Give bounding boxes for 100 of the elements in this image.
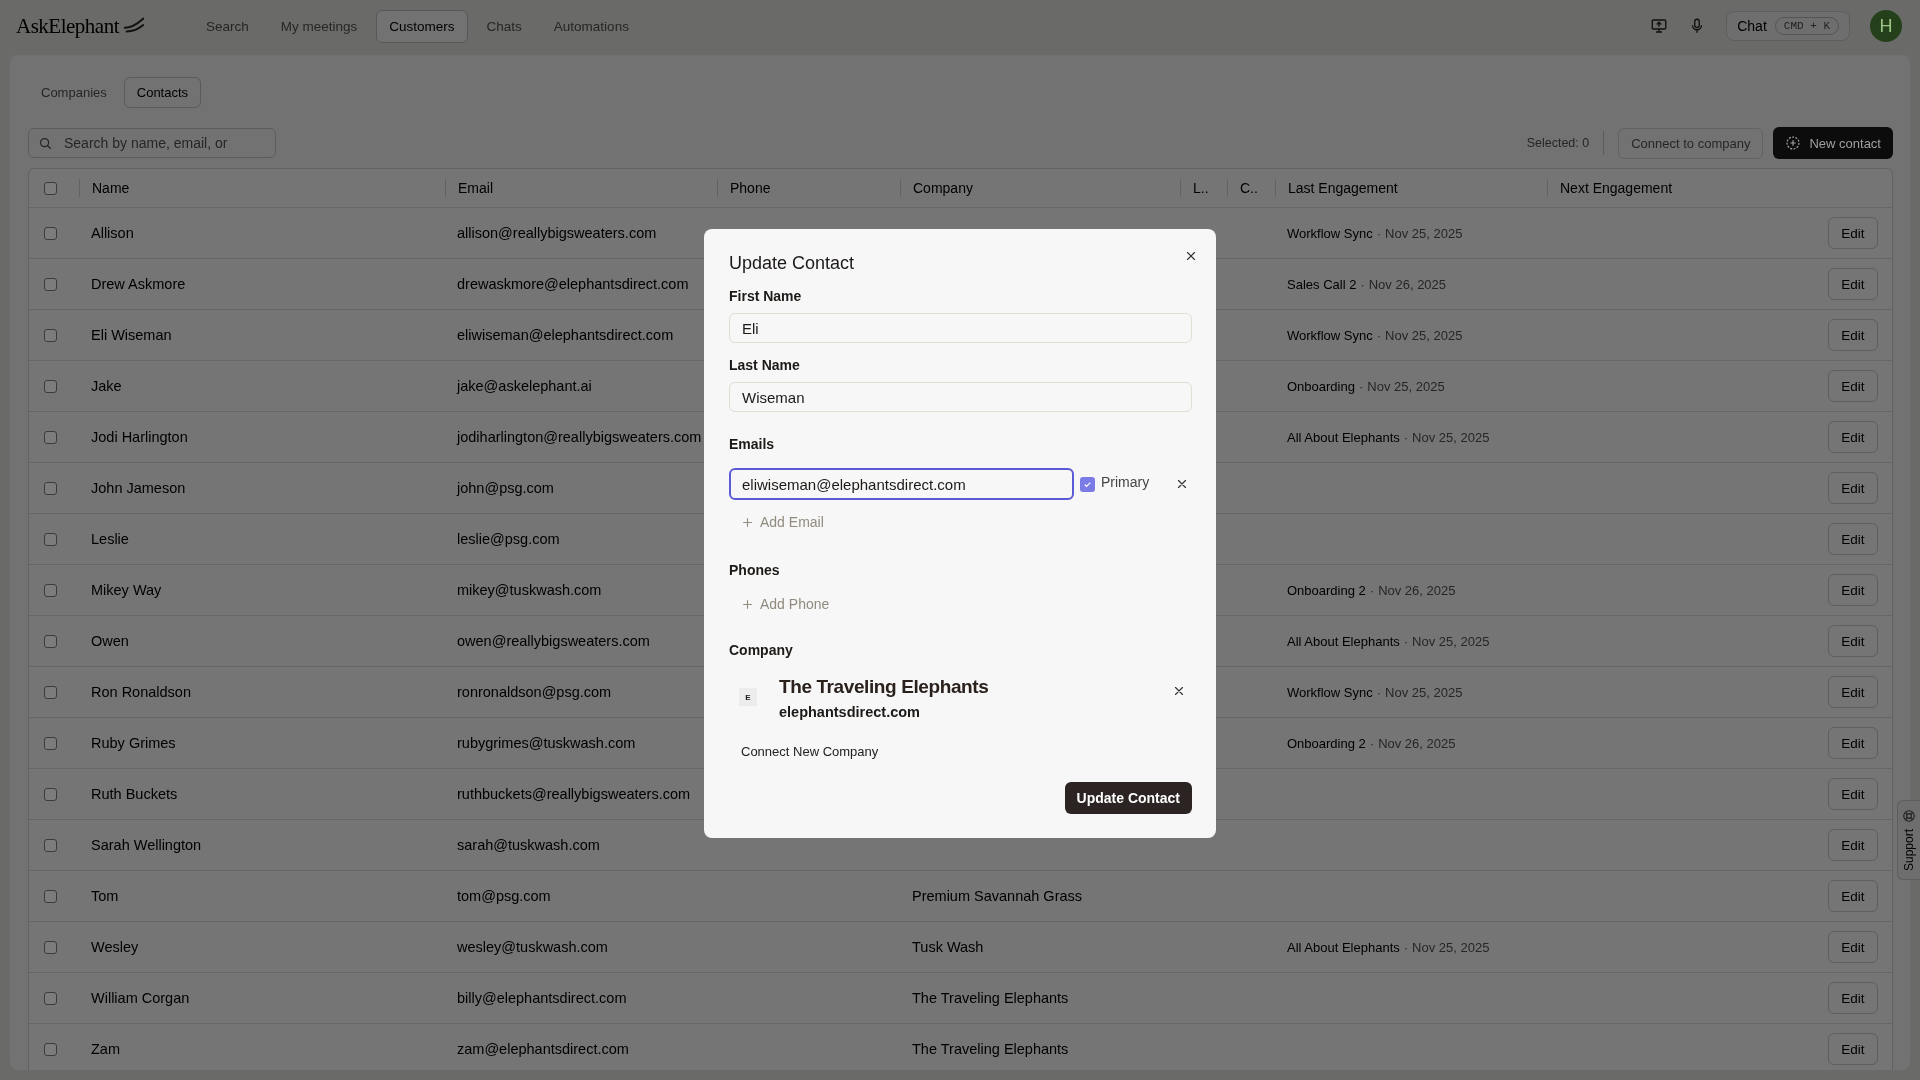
column-header[interactable]: Company — [900, 179, 1180, 197]
contact-name: Drew Askmore — [90, 276, 187, 292]
section-label: Company — [729, 642, 794, 658]
separator-dot: · — [1376, 684, 1382, 700]
edit-button[interactable]: Edit — [1828, 676, 1878, 708]
contact-name: Allison — [90, 225, 135, 241]
contact-email: tom@psg.com — [456, 888, 552, 904]
company-domain: elephantsdirect.com — [779, 704, 921, 720]
edit-button[interactable]: Edit — [1828, 472, 1878, 504]
meeting-date: Nov 25, 2025 — [1412, 633, 1490, 649]
contact-name: Ruby Grimes — [90, 735, 177, 751]
edit-button[interactable]: Edit — [1828, 523, 1878, 555]
contact-name: Ruth Buckets — [90, 786, 179, 802]
contact-name: Eli Wiseman — [90, 327, 173, 343]
edit-button[interactable]: Edit — [1828, 370, 1878, 402]
separator-dot: · — [1358, 378, 1364, 394]
edit-button[interactable]: Edit — [1828, 727, 1878, 759]
connect-company-link[interactable]: Connect New Company — [741, 744, 879, 759]
contact-name: Ron Ronaldson — [90, 684, 192, 700]
field-label: First Name — [729, 288, 803, 304]
update-contact-button[interactable]: Update Contact — [1064, 782, 1192, 814]
meeting-title: Onboarding 2 — [1287, 735, 1366, 751]
contact-name: Zam — [90, 1041, 121, 1057]
support-tab[interactable]: Support — [1897, 800, 1920, 881]
section-label: Emails — [729, 436, 776, 452]
company-name: The Traveling Elephants — [779, 676, 990, 698]
sub-tab[interactable]: Companies — [28, 77, 120, 108]
contact-email: drewaskmore@elephantsdirect.com — [456, 276, 690, 292]
chat-button[interactable]: Chat CMD + K — [1726, 11, 1850, 41]
contact-email: wesley@tuskwash.com — [456, 939, 609, 955]
edit-button[interactable]: Edit — [1828, 574, 1878, 606]
edit-button[interactable]: Edit — [1828, 829, 1878, 861]
company-name: Tusk Wash — [911, 939, 985, 955]
nav-tab[interactable]: Automations — [540, 9, 642, 43]
column-header[interactable]: Phone — [717, 179, 900, 197]
column-header[interactable]: Last Engagement — [1275, 179, 1547, 197]
column-header[interactable]: Email — [445, 179, 717, 197]
search-field[interactable]: Search by name, email, or — [28, 128, 276, 158]
selected-count: Selected: 0 — [1526, 131, 1605, 155]
nav-tab[interactable]: Customers — [376, 9, 468, 43]
edit-button[interactable]: Edit — [1828, 625, 1878, 657]
meeting-title: Workflow Sync — [1287, 684, 1373, 700]
edit-button[interactable]: Edit — [1828, 1033, 1878, 1065]
connect-company-button[interactable]: Connect to company — [1618, 127, 1764, 159]
meeting-date: Nov 26, 2025 — [1378, 735, 1456, 751]
meeting-date: Nov 25, 2025 — [1385, 684, 1463, 700]
new-contact-button[interactable]: New contact — [1773, 127, 1893, 159]
separator-dot: · — [1403, 429, 1409, 445]
column-header[interactable]: Name — [79, 179, 445, 197]
meeting-date: Nov 25, 2025 — [1385, 225, 1463, 241]
last-name-field[interactable]: Wiseman — [729, 382, 1192, 412]
meeting-date: Nov 25, 2025 — [1385, 327, 1463, 343]
contact-name: Jake — [90, 378, 123, 394]
edit-button[interactable]: Edit — [1828, 268, 1878, 300]
contact-email: mikey@tuskwash.com — [456, 582, 603, 598]
meeting-title: Onboarding — [1287, 378, 1355, 394]
contact-email: eliwiseman@elephantsdirect.com — [456, 327, 675, 343]
separator-dot: · — [1376, 225, 1382, 241]
separator-dot: · — [1376, 327, 1382, 343]
edit-button[interactable]: Edit — [1828, 778, 1878, 810]
separator-dot: · — [1369, 582, 1375, 598]
app-logo[interactable]: AskElephant — [16, 13, 119, 39]
meeting-title: Workflow Sync — [1287, 225, 1373, 241]
edit-button[interactable]: Edit — [1828, 421, 1878, 453]
contact-name: William Corgan — [90, 990, 191, 1006]
meeting-title: Workflow Sync — [1287, 327, 1373, 343]
meeting-date: Nov 25, 2025 — [1412, 429, 1490, 445]
contact-email: ronronaldson@psg.com — [456, 684, 613, 700]
separator-dot: · — [1403, 939, 1409, 955]
column-header[interactable]: Next Engagement — [1547, 179, 1812, 197]
nav-tab[interactable]: My meetings — [267, 9, 371, 43]
meeting-title: Sales Call 2 — [1287, 276, 1357, 292]
contact-name: Wesley — [90, 939, 140, 955]
user-avatar[interactable]: H — [1870, 10, 1902, 42]
meeting-title: Onboarding 2 — [1287, 582, 1366, 598]
email-field[interactable]: eliwiseman@elephantsdirect.com — [729, 468, 1074, 500]
nav-tab[interactable]: Search — [193, 9, 262, 43]
column-header[interactable]: L.. — [1180, 179, 1227, 197]
edit-button[interactable]: Edit — [1828, 217, 1878, 249]
add-email-button[interactable]: Add Email — [741, 514, 824, 530]
contact-name: Leslie — [90, 531, 130, 547]
meeting-date: Nov 26, 2025 — [1378, 582, 1456, 598]
section-label: Phones — [729, 562, 781, 578]
edit-button[interactable]: Edit — [1828, 982, 1878, 1014]
sub-tab[interactable]: Contacts — [123, 77, 202, 108]
contact-email: john@psg.com — [455, 480, 555, 496]
edit-button[interactable]: Edit — [1828, 319, 1878, 351]
contact-email: owen@reallybigsweaters.com — [456, 633, 651, 649]
field-label: Last Name — [729, 357, 801, 373]
edit-button[interactable]: Edit — [1828, 931, 1878, 963]
contact-email: jake@askelephant.ai — [455, 378, 593, 394]
first-name-field[interactable]: Eli — [729, 313, 1192, 343]
primary-label: Primary — [1101, 474, 1150, 490]
meeting-date: Nov 26, 2025 — [1368, 276, 1447, 292]
nav-tab[interactable]: Chats — [473, 9, 535, 43]
dialog-title: Update Contact — [729, 253, 856, 274]
column-header[interactable]: C.. — [1227, 179, 1275, 197]
separator-dot: · — [1360, 276, 1365, 292]
edit-button[interactable]: Edit — [1828, 880, 1878, 912]
add-phone-button[interactable]: Add Phone — [741, 596, 830, 612]
